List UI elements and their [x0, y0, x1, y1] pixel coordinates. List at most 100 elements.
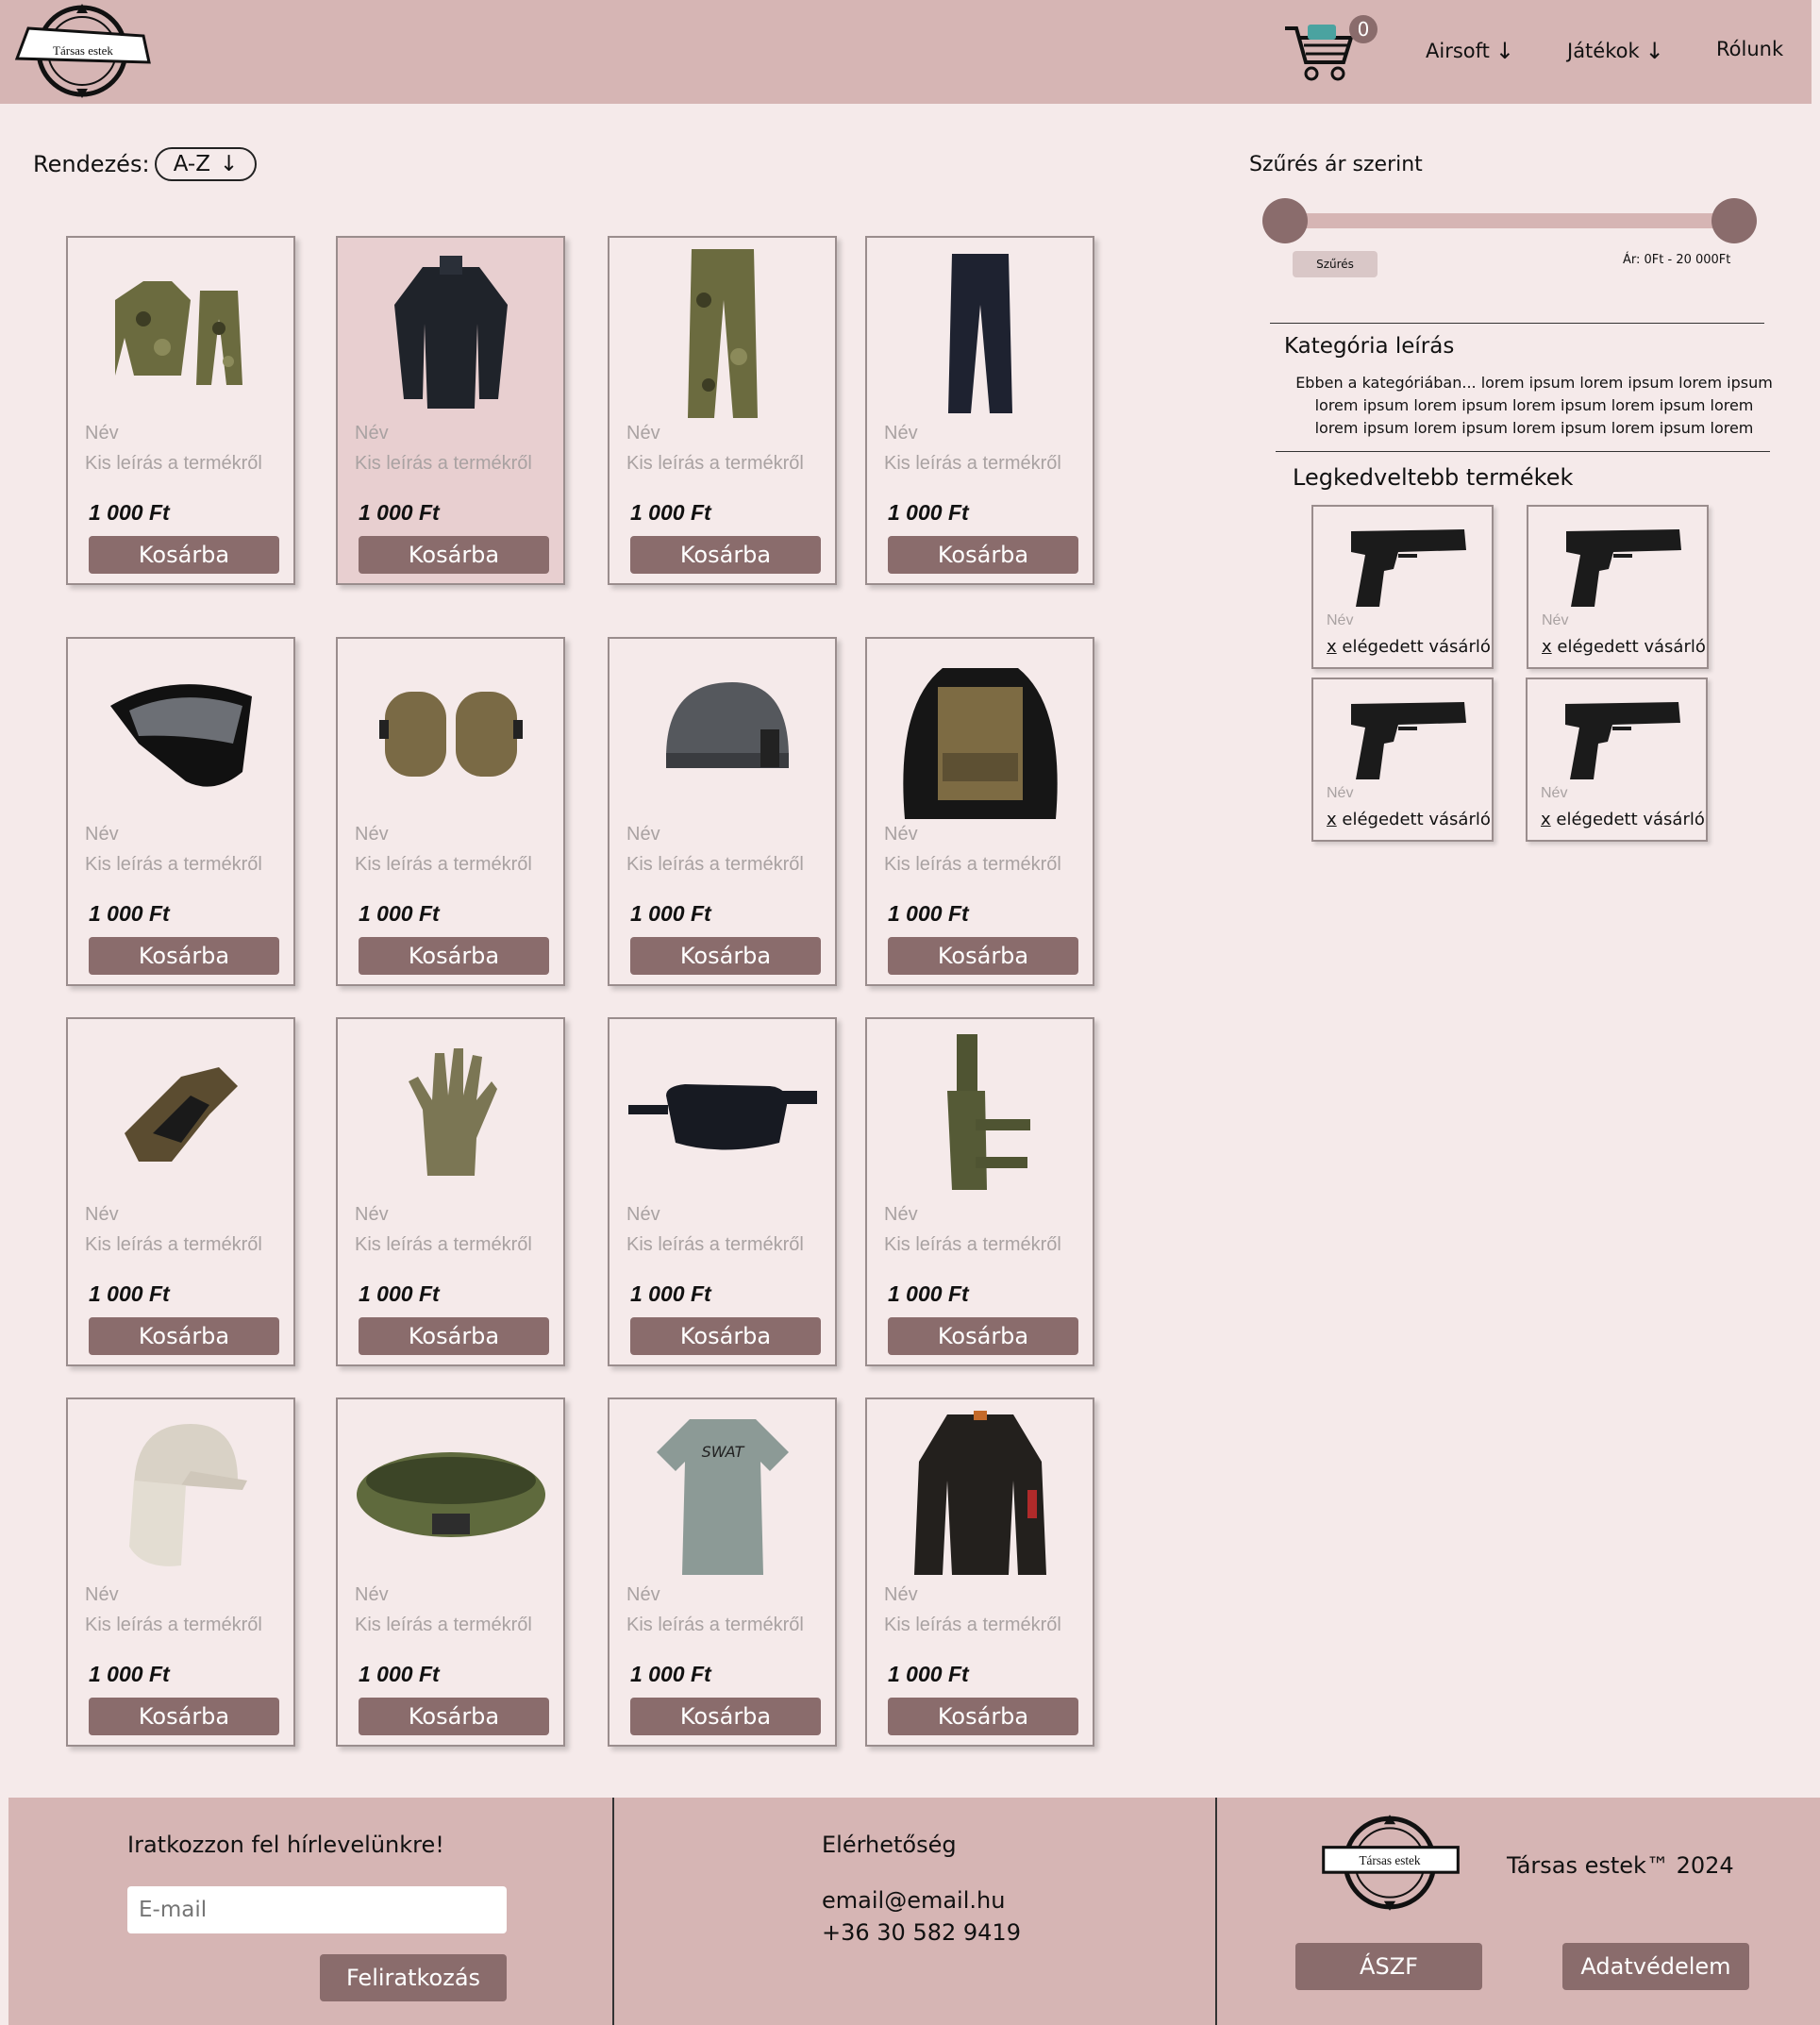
leg-holster-icon[interactable]: [877, 1025, 1084, 1204]
sun-cap-icon[interactable]: [77, 1405, 285, 1584]
product-description: Kis leírás a termékről: [355, 453, 532, 474]
camo-uniform-icon[interactable]: [77, 243, 285, 423]
product-name[interactable]: Név: [355, 423, 389, 444]
price-slider-track[interactable]: [1274, 213, 1745, 228]
add-to-cart-button[interactable]: Kosárba: [630, 1698, 821, 1735]
waist-bag-icon[interactable]: [619, 1025, 827, 1204]
favorite-name[interactable]: Név: [1327, 785, 1353, 802]
product-card[interactable]: Név Kis leírás a termékről 1 000 Ft Kosárba: [336, 1017, 565, 1366]
add-to-cart-button[interactable]: Kosárba: [89, 536, 279, 574]
cart-icon[interactable]: [1283, 19, 1359, 85]
pistol-icon[interactable]: [1342, 685, 1474, 783]
add-to-cart-button[interactable]: Kosárba: [888, 1698, 1078, 1735]
product-name[interactable]: Név: [355, 1584, 389, 1606]
favorite-name[interactable]: Név: [1541, 785, 1567, 802]
tactical-belt-icon[interactable]: [347, 1405, 555, 1584]
favorite-name[interactable]: Név: [1542, 612, 1568, 629]
knee-pads-icon[interactable]: [347, 644, 555, 824]
product-name[interactable]: Név: [355, 824, 389, 845]
privacy-button[interactable]: Adatvédelem: [1562, 1943, 1749, 1990]
camo-pants-icon[interactable]: [619, 243, 827, 423]
sort-dropdown[interactable]: A-Z ↓: [155, 147, 257, 181]
nav-rolunk[interactable]: Rólunk: [1716, 38, 1783, 60]
favorite-product-card[interactable]: Név x elégedett vásárló: [1311, 678, 1494, 842]
add-to-cart-button[interactable]: Kosárba: [630, 536, 821, 574]
tactical-gloves-icon[interactable]: [77, 1025, 285, 1204]
tactical-helmet-icon[interactable]: [619, 644, 827, 824]
filter-button[interactable]: Szűrés: [1293, 251, 1378, 277]
product-card[interactable]: Név Kis leírás a termékről 1 000 Ft Kosárba: [66, 236, 295, 585]
favorite-product-card[interactable]: Név x elégedett vásárló: [1527, 505, 1709, 669]
svg-text:SWAT: SWAT: [702, 1443, 745, 1461]
product-card[interactable]: Név Kis leírás a termékről 1 000 Ft Kosárba: [336, 236, 565, 585]
product-card[interactable]: Név Kis leírás a termékről 1 000 Ft Kosárba: [66, 637, 295, 986]
favorite-product-card[interactable]: Név x elégedett vásárló: [1526, 678, 1708, 842]
product-name[interactable]: Név: [884, 423, 918, 444]
product-card[interactable]: Név Kis leírás a termékről 1 000 Ft Kosárba: [865, 236, 1094, 585]
add-to-cart-button[interactable]: Kosárba: [888, 536, 1078, 574]
product-card[interactable]: Név Kis leírás a termékről 1 000 Ft Kosárba: [336, 1397, 565, 1747]
pistol-icon[interactable]: [1342, 512, 1474, 611]
airsoft-mask-icon[interactable]: [77, 644, 285, 824]
favorite-product-card[interactable]: Név x elégedett vásárló: [1311, 505, 1494, 669]
bomber-jacket-icon[interactable]: [877, 1405, 1084, 1584]
product-name[interactable]: Név: [85, 1204, 119, 1226]
add-to-cart-button[interactable]: Kosárba: [630, 1317, 821, 1355]
subscribe-button[interactable]: Feliratkozás: [320, 1954, 507, 2001]
newsletter-email-input[interactable]: [127, 1886, 507, 1933]
product-name[interactable]: Név: [626, 423, 660, 444]
product-card[interactable]: Név Kis leírás a termékről 1 000 Ft Kosárba: [608, 236, 837, 585]
footer-logo[interactable]: Társas estek: [1316, 1811, 1463, 1915]
product-name[interactable]: Név: [884, 1584, 918, 1606]
product-name[interactable]: Név: [626, 1584, 660, 1606]
product-card[interactable]: Név Kis leírás a termékről 1 000 Ft Kosárba: [865, 1017, 1094, 1366]
product-card[interactable]: Név Kis leírás a termékről 1 000 Ft Kosárba: [865, 637, 1094, 986]
product-card[interactable]: Név Kis leírás a termékről 1 000 Ft Kosárba: [608, 1017, 837, 1366]
pistol-icon[interactable]: [1556, 685, 1688, 783]
product-card[interactable]: Név Kis leírás a termékről 1 000 Ft Kosárba: [66, 1017, 295, 1366]
add-to-cart-button[interactable]: Kosárba: [359, 937, 549, 975]
product-card[interactable]: Név Kis leírás a termékről 1 000 Ft Kosárba: [336, 637, 565, 986]
product-price: 1 000 Ft: [359, 1662, 440, 1686]
product-name[interactable]: Név: [884, 1204, 918, 1226]
black-pants-icon[interactable]: [877, 243, 1084, 423]
product-card[interactable]: Név Kis leírás a termékről 1 000 Ft Kosárba: [865, 1397, 1094, 1747]
favorite-name[interactable]: Név: [1327, 612, 1353, 629]
add-to-cart-button[interactable]: Kosárba: [359, 1317, 549, 1355]
price-slider-min-handle[interactable]: [1262, 198, 1308, 243]
product-name[interactable]: Név: [355, 1204, 389, 1226]
swat-tshirt-icon[interactable]: SWAT: [619, 1405, 827, 1584]
add-to-cart-button[interactable]: Kosárba: [359, 1698, 549, 1735]
product-name[interactable]: Név: [626, 1204, 660, 1226]
add-to-cart-button[interactable]: Kosárba: [359, 536, 549, 574]
add-to-cart-button[interactable]: Kosárba: [888, 1317, 1078, 1355]
add-to-cart-button[interactable]: Kosárba: [89, 937, 279, 975]
product-name[interactable]: Név: [85, 1584, 119, 1606]
terms-button[interactable]: ÁSZF: [1295, 1943, 1482, 1990]
camo-gloves-icon[interactable]: [347, 1025, 555, 1204]
product-description: Kis leírás a termékről: [884, 854, 1061, 875]
price-slider-max-handle[interactable]: [1711, 198, 1757, 243]
nav-airsoft[interactable]: Airsoft ↓: [1426, 38, 1514, 64]
pistol-icon[interactable]: [1557, 512, 1689, 611]
nav-jatekok[interactable]: Játékok ↓: [1567, 38, 1664, 64]
product-card[interactable]: Név Kis leírás a termékről 1 000 Ft Kosárba: [66, 1397, 295, 1747]
add-to-cart-button[interactable]: Kosárba: [89, 1698, 279, 1735]
product-price: 1 000 Ft: [888, 1662, 969, 1686]
product-card[interactable]: SWAT Név Kis leírás a termékről 1 000 Ft Kos…: [608, 1397, 837, 1747]
product-card[interactable]: Név Kis leírás a termékről 1 000 Ft Kosárba: [608, 637, 837, 986]
product-name[interactable]: Név: [85, 824, 119, 845]
product-description: Kis leírás a termékről: [85, 1234, 262, 1255]
product-price: 1 000 Ft: [359, 901, 440, 926]
satisfied-count: x: [1542, 637, 1552, 657]
add-to-cart-button[interactable]: Kosárba: [888, 937, 1078, 975]
product-name[interactable]: Név: [884, 824, 918, 845]
site-logo[interactable]: Társas estek: [11, 0, 153, 102]
product-name[interactable]: Név: [626, 824, 660, 845]
add-to-cart-button[interactable]: Kosárba: [630, 937, 821, 975]
plate-carrier-vest-icon[interactable]: [877, 644, 1084, 824]
contact-email[interactable]: email@email.hu: [822, 1884, 1005, 1916]
product-name[interactable]: Név: [85, 423, 119, 444]
add-to-cart-button[interactable]: Kosárba: [89, 1317, 279, 1355]
black-combat-shirt-icon[interactable]: [347, 243, 555, 423]
